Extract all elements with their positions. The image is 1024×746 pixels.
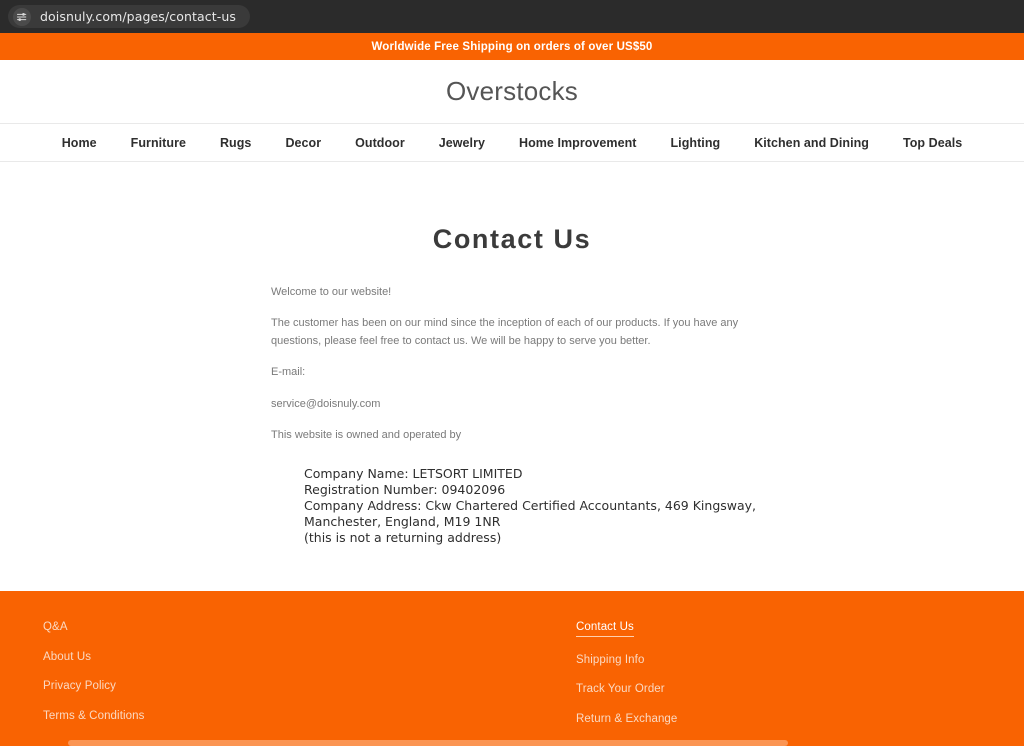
main-navigation: Home Furniture Rugs Decor Outdoor Jewelr…	[0, 124, 1024, 162]
site-footer: Q&A About Us Privacy Policy Terms & Cond…	[0, 591, 1024, 746]
footer-column-right: Contact Us Shipping Info Track Your Orde…	[576, 621, 677, 726]
page-content: Contact Us Welcome to our website! The c…	[0, 162, 1024, 591]
footer-link-privacy-policy[interactable]: Privacy Policy	[43, 680, 116, 693]
company-details: Company Name: LETSORT LIMITED Registrati…	[271, 466, 762, 546]
nav-item-rugs[interactable]: Rugs	[203, 136, 268, 150]
nav-item-outdoor[interactable]: Outdoor	[338, 136, 422, 150]
horizontal-scrollbar[interactable]	[0, 739, 1024, 746]
intro-paragraph: The customer has been on our mind since …	[271, 317, 739, 348]
nav-item-decor[interactable]: Decor	[268, 136, 338, 150]
address-bar[interactable]: doisnuly.com/pages/contact-us	[8, 5, 250, 28]
browser-chrome: doisnuly.com/pages/contact-us	[0, 0, 1024, 33]
footer-link-qa[interactable]: Q&A	[43, 621, 68, 634]
footer-link-return-exchange[interactable]: Return & Exchange	[576, 713, 677, 726]
company-registration-line: Registration Number: 09402096	[304, 481, 506, 497]
footer-link-track-your-order[interactable]: Track Your Order	[576, 683, 665, 696]
announcement-bar: Worldwide Free Shipping on orders of ove…	[0, 33, 1024, 60]
footer-link-shipping-info[interactable]: Shipping Info	[576, 654, 644, 667]
sliders-icon[interactable]	[13, 7, 31, 26]
company-note-line: (this is not a returning address)	[304, 529, 502, 545]
nav-item-furniture[interactable]: Furniture	[114, 136, 203, 150]
footer-column-left: Q&A About Us Privacy Policy Terms & Cond…	[43, 621, 576, 726]
company-name-line: Company Name: LETSORT LIMITED	[304, 465, 523, 481]
footer-link-about-us[interactable]: About Us	[43, 651, 91, 664]
footer-columns: Q&A About Us Privacy Policy Terms & Cond…	[0, 621, 1024, 726]
footer-link-contact-us[interactable]: Contact Us	[576, 621, 634, 637]
company-address-line: Company Address: Ckw Chartered Certified…	[304, 497, 760, 529]
url-text: doisnuly.com/pages/contact-us	[40, 9, 236, 24]
owned-by-text: This website is owned and operated by	[271, 428, 462, 441]
page-title: Contact Us	[432, 224, 592, 254]
announcement-text: Worldwide Free Shipping on orders of ove…	[371, 40, 653, 53]
welcome-text: Welcome to our website!	[271, 286, 392, 298]
site-logo[interactable]: Overstocks	[446, 76, 578, 107]
site-header: Overstocks	[0, 60, 1024, 124]
nav-item-kitchen-and-dining[interactable]: Kitchen and Dining	[737, 136, 886, 150]
nav-item-jewelry[interactable]: Jewelry	[422, 136, 502, 150]
contact-content: Welcome to our website! The customer has…	[262, 255, 762, 546]
nav-item-lighting[interactable]: Lighting	[654, 136, 738, 150]
nav-item-home-improvement[interactable]: Home Improvement	[502, 136, 654, 150]
email-label: E-mail:	[271, 366, 306, 379]
email-address[interactable]: service@doisnuly.com	[271, 395, 762, 413]
nav-item-home[interactable]: Home	[45, 136, 114, 150]
footer-link-terms-conditions[interactable]: Terms & Conditions	[43, 710, 145, 723]
nav-item-top-deals[interactable]: Top Deals	[886, 136, 979, 150]
scrollbar-thumb[interactable]	[68, 740, 788, 746]
